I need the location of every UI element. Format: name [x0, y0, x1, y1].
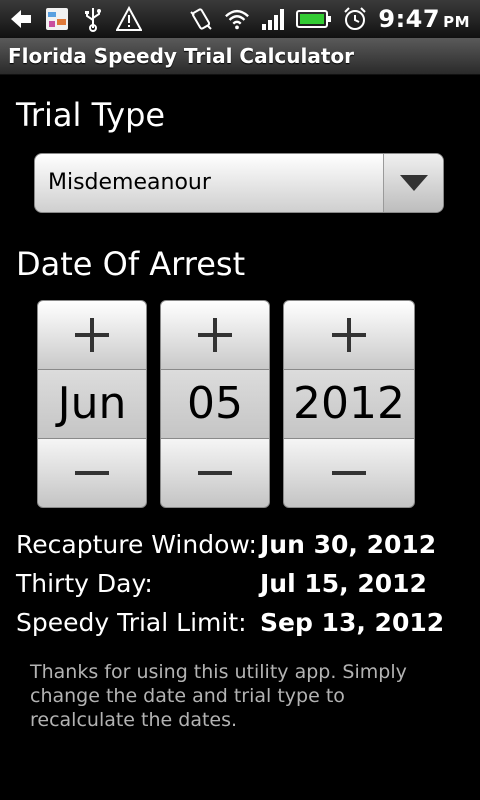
app-title: Florida Speedy Trial Calculator	[8, 44, 355, 68]
month-increment-button[interactable]	[37, 300, 147, 370]
date-of-arrest-label: Date Of Arrest	[16, 245, 246, 283]
month-picker: Jun	[37, 300, 147, 508]
warning-icon	[116, 6, 142, 32]
day-increment-button[interactable]	[160, 300, 270, 370]
minus-icon	[332, 471, 366, 475]
chevron-down-icon	[399, 175, 428, 191]
status-clock: 9:47 PM	[378, 5, 470, 33]
app-title-bar: Florida Speedy Trial Calculator	[0, 38, 480, 75]
thirty-day-value: Jul 15, 2012	[260, 569, 427, 598]
help-note: Thanks for using this utility app. Simpl…	[30, 661, 407, 731]
plus-icon	[198, 318, 232, 352]
alarm-icon	[342, 6, 368, 32]
day-decrement-button[interactable]	[160, 438, 270, 508]
trial-type-selected: Misdemeanour	[48, 170, 211, 195]
day-value[interactable]: 05	[160, 370, 270, 438]
month-value[interactable]: Jun	[37, 370, 147, 438]
trial-type-label: Trial Type	[16, 96, 166, 134]
vibrate-icon	[188, 6, 214, 32]
status-bar: 9:47 PM	[0, 0, 480, 38]
year-decrement-button[interactable]	[283, 438, 415, 508]
year-increment-button[interactable]	[283, 300, 415, 370]
wifi-icon	[224, 6, 250, 32]
trial-type-spinner[interactable]: Misdemeanour	[34, 153, 444, 213]
recapture-window-value: Jun 30, 2012	[260, 530, 437, 559]
month-decrement-button[interactable]	[37, 438, 147, 508]
year-picker: 2012	[283, 300, 415, 508]
spinner-dropdown-button[interactable]	[383, 154, 443, 212]
year-value[interactable]: 2012	[283, 370, 415, 438]
usb-icon	[80, 6, 106, 32]
app-notification-icon	[44, 6, 70, 32]
speedy-trial-limit-label: Speedy Trial Limit:	[16, 608, 247, 637]
speedy-trial-limit-value: Sep 13, 2012	[260, 608, 445, 637]
minus-icon	[198, 471, 232, 475]
clock-time: 9:47	[378, 5, 441, 33]
signal-icon	[260, 6, 286, 32]
minus-icon	[75, 471, 109, 475]
thirty-day-label: Thirty Day:	[16, 569, 153, 598]
plus-icon	[75, 318, 109, 352]
clock-ampm: PM	[443, 13, 470, 31]
battery-icon	[296, 6, 332, 32]
back-arrow-icon	[8, 6, 34, 32]
day-picker: 05	[160, 300, 270, 508]
recapture-window-label: Recapture Window:	[16, 530, 257, 559]
plus-icon	[332, 318, 366, 352]
